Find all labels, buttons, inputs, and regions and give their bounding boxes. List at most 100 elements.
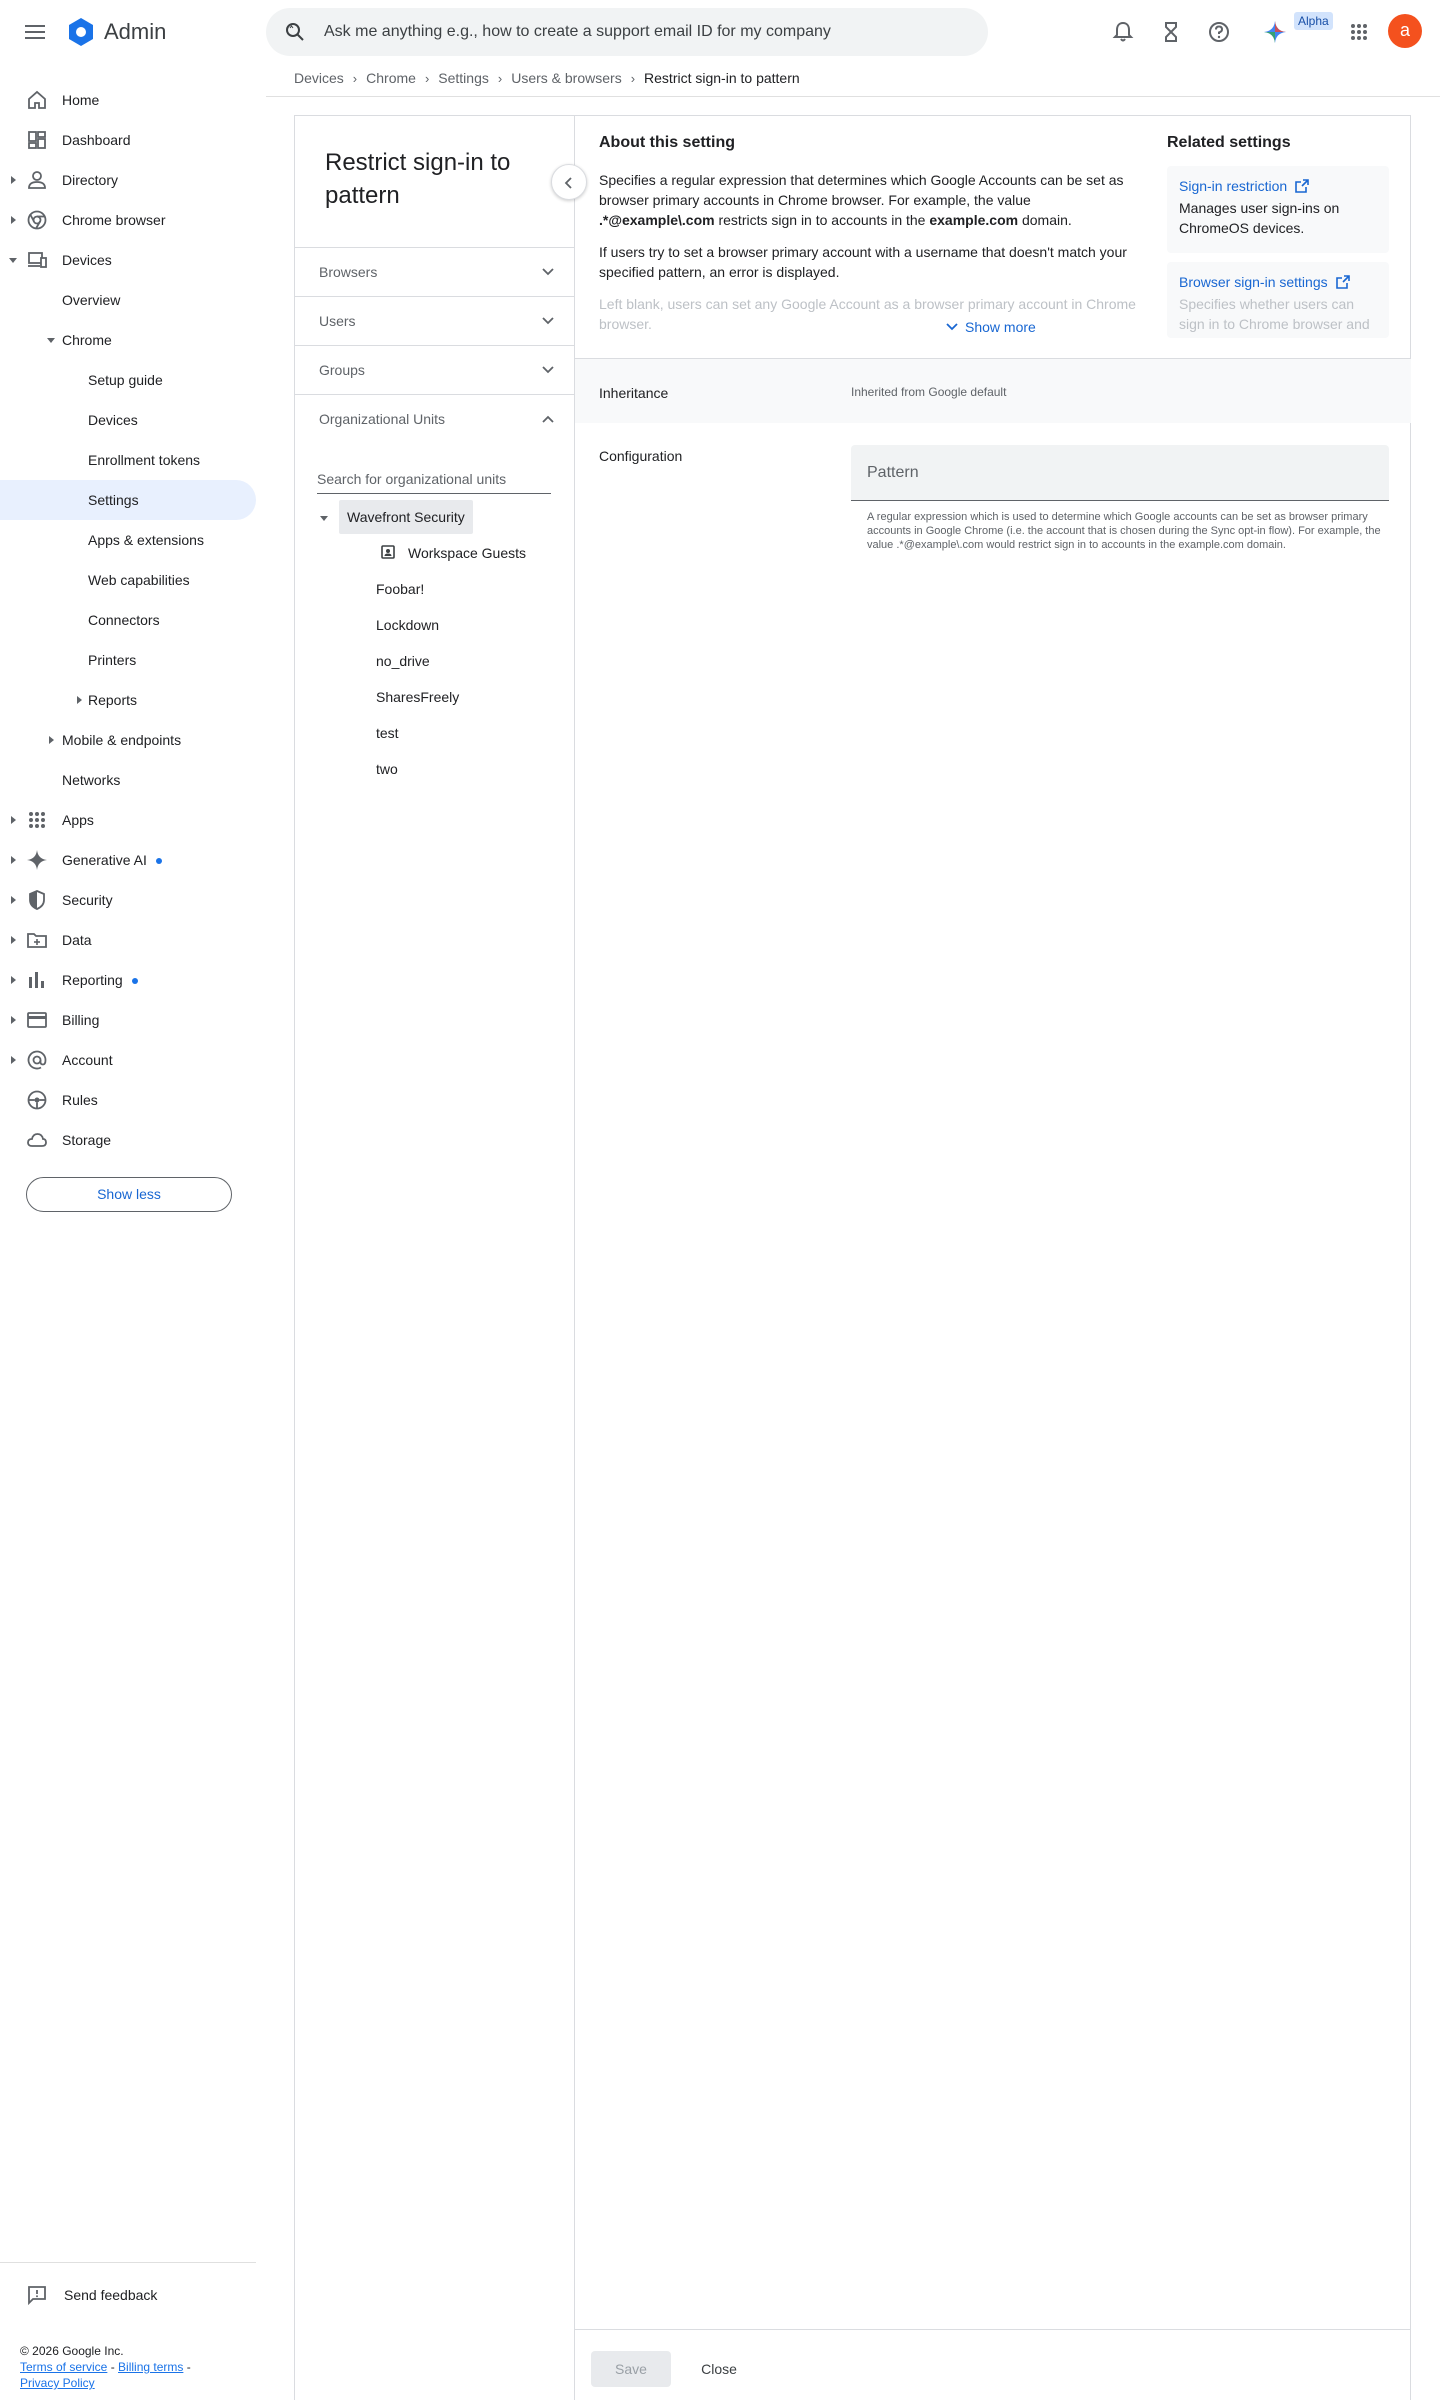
ou-item-sharesfreely[interactable]: SharesFreely	[376, 689, 459, 705]
caret-down-icon[interactable]	[8, 255, 18, 265]
collapse-panel-button[interactable]	[551, 164, 587, 200]
sidebar-item-storage[interactable]: Storage	[0, 1120, 256, 1160]
pattern-input[interactable]	[851, 445, 1389, 501]
sidebar-item-label: Web capabilities	[88, 572, 190, 588]
ou-item-workspace-guests[interactable]: Workspace Guests	[408, 545, 526, 561]
inheritance-label: Inheritance	[599, 385, 669, 401]
show-less-button[interactable]: Show less	[26, 1177, 232, 1212]
breadcrumb-chrome[interactable]: Chrome	[366, 70, 416, 86]
main-menu-icon[interactable]	[22, 20, 50, 44]
ou-root-wavefront-security[interactable]: Wavefront Security	[339, 500, 473, 534]
help-icon[interactable]	[1206, 19, 1232, 45]
sidebar-item-chrome[interactable]: Chrome	[0, 320, 256, 360]
sidebar-item-label: Data	[62, 932, 92, 948]
sidebar-item-data[interactable]: Data	[0, 920, 256, 960]
ou-item-foobar[interactable]: Foobar!	[376, 581, 424, 597]
related-settings-title: Related settings	[1167, 134, 1291, 151]
caret-right-icon[interactable]	[46, 735, 56, 745]
filter-users[interactable]: Users	[295, 296, 574, 345]
sidebar-item-setup-guide[interactable]: Setup guide	[0, 360, 256, 400]
caret-right-icon[interactable]	[8, 175, 18, 185]
hourglass-icon[interactable]	[1158, 19, 1184, 45]
caret-right-icon[interactable]	[8, 215, 18, 225]
sidebar-item-label: Apps & extensions	[88, 532, 204, 548]
ou-search-input[interactable]	[317, 465, 551, 494]
caret-right-icon[interactable]	[8, 1055, 18, 1065]
sidebar-item-mobile-endpoints[interactable]: Mobile & endpoints	[0, 720, 256, 760]
related-desc: Manages user sign-ins on ChromeOS device…	[1179, 200, 1340, 236]
sidebar: Home Dashboard Directory Chrome browser …	[0, 80, 256, 1160]
sidebar-item-networks[interactable]: Networks	[0, 760, 256, 800]
filter-groups[interactable]: Groups	[295, 345, 574, 394]
admin-logo[interactable]: Admin	[66, 17, 166, 47]
setting-title: Restrict sign-in to pattern	[325, 149, 511, 209]
related-link-sign-in-restriction[interactable]: Sign-in restriction	[1179, 178, 1377, 194]
sidebar-item-overview[interactable]: Overview	[0, 280, 256, 320]
filter-browsers[interactable]: Browsers	[295, 247, 574, 296]
sidebar-item-connectors[interactable]: Connectors	[0, 600, 256, 640]
caret-right-icon[interactable]	[8, 1015, 18, 1025]
breadcrumb-settings[interactable]: Settings	[438, 70, 489, 86]
sidebar-item-chrome-browser[interactable]: Chrome browser	[0, 200, 256, 240]
app-title: Admin	[104, 19, 167, 44]
sidebar-item-security[interactable]: Security	[0, 880, 256, 920]
send-feedback-link[interactable]: Send feedback	[26, 2284, 157, 2306]
sidebar-item-directory[interactable]: Directory	[0, 160, 256, 200]
sidebar-item-web-capabilities[interactable]: Web capabilities	[0, 560, 256, 600]
apps-grid-icon[interactable]	[1346, 19, 1372, 45]
show-more-button[interactable]: Show more	[945, 319, 1036, 335]
breadcrumb-users-browsers[interactable]: Users & browsers	[511, 70, 621, 86]
ou-item-no-drive[interactable]: no_drive	[376, 653, 430, 669]
sidebar-item-generative-ai[interactable]: Generative AI	[0, 840, 256, 880]
sidebar-item-settings[interactable]: Settings	[0, 480, 256, 520]
ou-item-test[interactable]: test	[376, 725, 399, 741]
sidebar-item-dashboard[interactable]: Dashboard	[0, 120, 256, 160]
sidebar-item-chrome-devices[interactable]: Devices	[0, 400, 256, 440]
avatar[interactable]: a	[1388, 14, 1422, 48]
person-icon	[28, 171, 46, 189]
ou-item-two[interactable]: two	[376, 761, 398, 777]
sidebar-item-devices[interactable]: Devices	[0, 240, 256, 280]
home-icon	[28, 90, 46, 109]
billing-terms-link[interactable]: Billing terms	[118, 2360, 183, 2374]
caret-right-icon[interactable]	[8, 855, 18, 865]
breadcrumb-devices[interactable]: Devices	[294, 70, 344, 86]
sidebar-item-billing[interactable]: Billing	[0, 1000, 256, 1040]
sidebar-item-rules[interactable]: Rules	[0, 1080, 256, 1120]
sidebar-item-enrollment-tokens[interactable]: Enrollment tokens	[0, 440, 256, 480]
search-bar[interactable]	[266, 8, 988, 56]
sidebar-item-reporting[interactable]: Reporting	[0, 960, 256, 1000]
caret-down-icon[interactable]	[319, 513, 329, 523]
search-input[interactable]	[324, 23, 964, 41]
save-button[interactable]: Save	[591, 2351, 671, 2387]
close-button[interactable]: Close	[687, 2351, 751, 2387]
sidebar-item-apps-extensions[interactable]: Apps & extensions	[0, 520, 256, 560]
related-link-browser-sign-in-settings[interactable]: Browser sign-in settings	[1179, 274, 1377, 290]
configuration-label: Configuration	[599, 448, 683, 464]
sidebar-item-label: Overview	[62, 292, 121, 308]
chrome-icon	[27, 210, 47, 230]
notifications-icon[interactable]	[1110, 19, 1136, 45]
sidebar-item-apps[interactable]: Apps	[0, 800, 256, 840]
sidebar-item-label: Devices	[62, 252, 112, 268]
caret-right-icon[interactable]	[8, 895, 18, 905]
caret-right-icon[interactable]	[74, 695, 84, 705]
filter-organizational-units[interactable]: Organizational Units	[295, 394, 574, 443]
footer-links-row: Terms of service - Billing terms -	[20, 2359, 191, 2375]
caret-right-icon[interactable]	[8, 815, 18, 825]
related-desc: Specifies whether users can sign in to C…	[1179, 296, 1370, 338]
gemini-icon[interactable]	[1262, 19, 1288, 45]
sidebar-item-reports[interactable]: Reports	[0, 680, 256, 720]
caret-right-icon[interactable]	[8, 935, 18, 945]
cloud-icon	[27, 1133, 47, 1147]
sidebar-item-home[interactable]: Home	[0, 80, 256, 120]
sidebar-item-printers[interactable]: Printers	[0, 640, 256, 680]
ou-item-lockdown[interactable]: Lockdown	[376, 617, 439, 633]
sidebar-item-account[interactable]: Account	[0, 1040, 256, 1080]
caret-down-icon[interactable]	[46, 335, 56, 345]
privacy-policy-link[interactable]: Privacy Policy	[20, 2376, 95, 2390]
caret-right-icon[interactable]	[8, 975, 18, 985]
sidebar-item-label: Mobile & endpoints	[62, 732, 182, 748]
terms-link[interactable]: Terms of service	[20, 2360, 107, 2374]
shield-icon	[29, 890, 45, 910]
